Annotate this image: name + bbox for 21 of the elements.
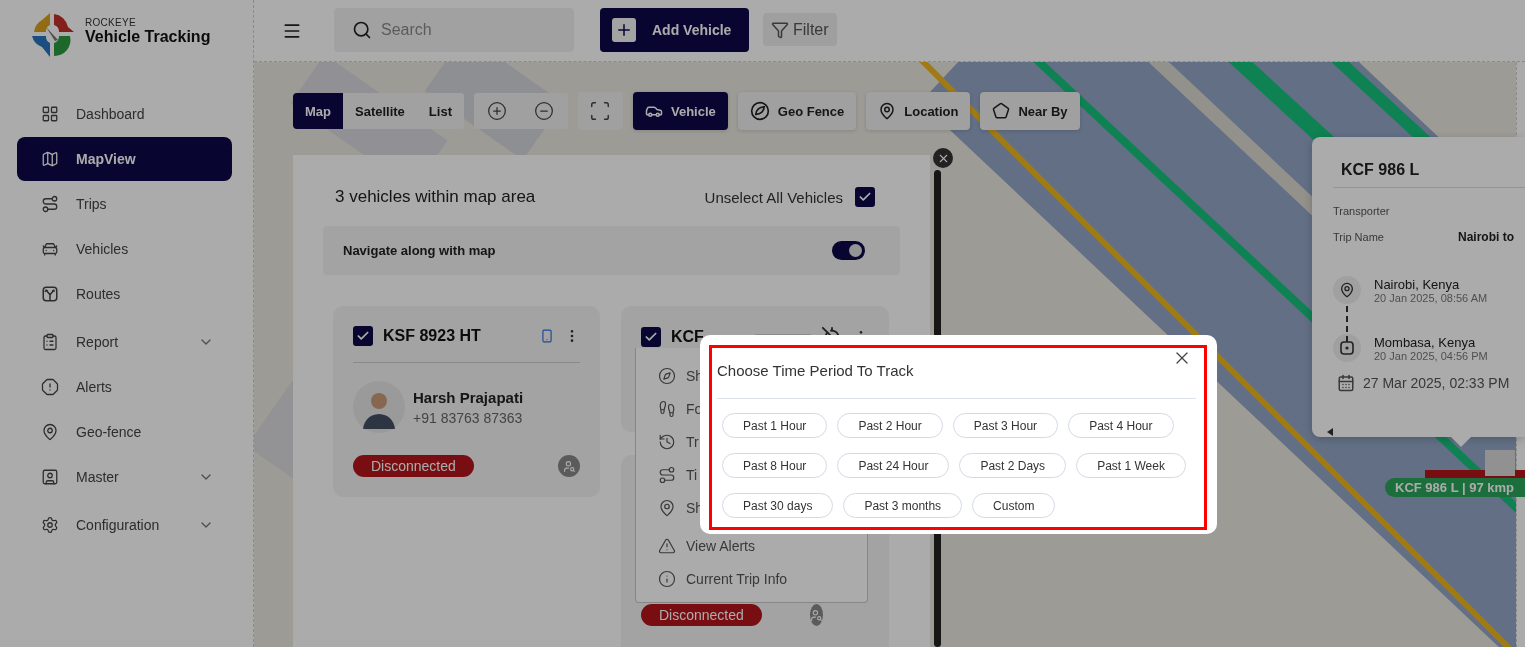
navigate-label: Navigate along with map (343, 243, 496, 258)
stop-time: 20 Jan 2025, 08:56 AM (1374, 291, 1488, 304)
field-value: Nairobi to (1458, 230, 1514, 244)
company-name: ROCKEYE (85, 17, 137, 28)
vehicle-plate: KSF 8923 HT (383, 327, 482, 345)
stop-place: Mombasa, Kenya (1374, 334, 1477, 350)
vehicle-plate: KCF (671, 328, 705, 346)
driver-phone: +91 83763 87363 (413, 409, 524, 426)
dialog-title: Choose Time Period To Track (717, 361, 915, 381)
info-title: KCF 986 L (1340, 160, 1421, 180)
field-label: Trip Name (1333, 231, 1385, 243)
driver-name: Harsh Prajapati (413, 388, 524, 406)
stop-place: Nairobi, Kenya (1374, 276, 1461, 292)
updated-time: 27 Mar 2025, 02:33 PM (1363, 375, 1510, 391)
product-name: Vehicle Tracking (85, 28, 211, 46)
status-badge: Disconnected (641, 604, 762, 626)
stop-time: 20 Jan 2025, 04:56 PM (1374, 349, 1488, 362)
field-label: Transporter (1333, 205, 1391, 217)
status-badge: Disconnected (353, 455, 474, 477)
unselect-label: Unselect All Vehicles (704, 188, 843, 206)
panel-title: 3 vehicles within map area (335, 187, 536, 207)
